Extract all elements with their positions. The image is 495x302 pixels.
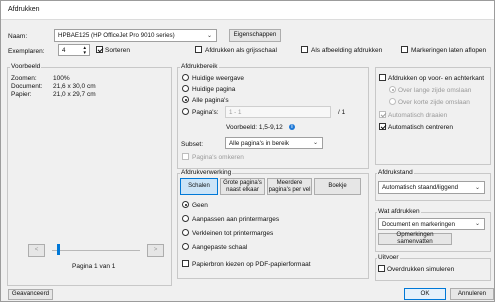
as-image-checkbox[interactable] <box>301 46 308 53</box>
fit-margins-radio[interactable] <box>182 215 189 222</box>
collate-checkbox[interactable] <box>96 46 103 53</box>
summarize-comments-button[interactable]: Opmerkingen samenvatten <box>378 231 452 245</box>
simulate-overprint-label: Overdrukken simuleren <box>387 266 455 273</box>
properties-button[interactable]: Eigenschappen <box>229 29 281 42</box>
grayscale-checkbox[interactable] <box>195 46 202 53</box>
orientation-value: Automatisch staand/liggend <box>382 184 459 191</box>
custom-scale-label: Aangepaste schaal <box>192 244 248 251</box>
pages-example: Voorbeeld: 1,5-9,12 <box>226 124 283 131</box>
auto-center-checkbox[interactable] <box>379 123 386 130</box>
simulate-overprint-checkbox[interactable] <box>378 265 385 272</box>
fit-margins-label: Aanpassen aan printermarges <box>192 216 280 223</box>
subset-value: Alle pagina's in bereik <box>229 139 289 147</box>
pages-total: / 1 <box>338 109 346 116</box>
tab-multiple[interactable]: Meerdere pagina's per vel <box>267 178 312 195</box>
all-pages-radio[interactable] <box>182 96 189 103</box>
markup-checkbox[interactable] <box>401 46 408 53</box>
document-label: Document: <box>11 83 43 90</box>
printer-name-value: HPBAE125 (HP OfficeJet Pro 9010 series) <box>58 32 175 39</box>
auto-rotate-checkbox[interactable] <box>379 111 386 118</box>
print-dialog: Afdrukken Naam: HPBAE125 (HP OfficeJet P… <box>0 0 495 302</box>
grayscale-label: Afdrukken als grijsschaal <box>205 47 277 54</box>
current-page-label: Huidige pagina <box>192 86 236 93</box>
long-edge-radio[interactable] <box>389 86 396 93</box>
subset-select[interactable]: Alle pagina's in bereik ⌄ <box>225 137 323 149</box>
preview-group-title: Voorbeeld <box>10 63 42 70</box>
page-indicator: Pagina 1 van 1 <box>72 263 116 270</box>
short-edge-radio[interactable] <box>389 98 396 105</box>
tab-scale[interactable]: Schalen <box>180 178 218 195</box>
paper-source-checkbox[interactable] <box>182 260 189 267</box>
scale-none-radio[interactable] <box>182 201 189 208</box>
collate-label: Sorteren <box>105 47 130 54</box>
current-page-radio[interactable] <box>182 85 189 92</box>
reverse-pages-checkbox[interactable] <box>182 153 189 160</box>
pages-label: Pagina's: <box>192 109 219 116</box>
all-pages-label: Alle pagina's <box>192 97 229 104</box>
shrink-margins-label: Verkleinen tot printermarges <box>192 230 274 237</box>
advanced-button[interactable]: Geavanceerd <box>8 289 53 300</box>
subset-label: Subset: <box>181 141 204 148</box>
paper-label: Papier: <box>11 91 32 98</box>
tab-booklet[interactable]: Boekje <box>314 178 361 195</box>
chevron-down-icon: ⌄ <box>474 221 480 228</box>
current-view-label: Huidige weergave <box>192 75 245 82</box>
reverse-pages-label: Pagina's omkeren <box>192 154 244 161</box>
chevron-down-icon: ⌄ <box>312 140 318 147</box>
copies-label: Exemplaren: <box>8 48 45 55</box>
page-handling-group-title: Afdrukverwerking <box>180 169 233 176</box>
pages-radio[interactable] <box>182 108 189 115</box>
zoom-label: Zoomen: <box>11 75 37 82</box>
page-slider-thumb[interactable] <box>57 244 60 255</box>
what-to-print-group-title: Wat afdrukken <box>377 208 421 215</box>
spin-updown-icon[interactable]: ▲ ▼ <box>83 45 87 55</box>
markup-label: Markeringen laten aflopen <box>411 47 487 54</box>
paper-source-label: Papierbron kiezen op PDF-papierformaat <box>192 261 311 268</box>
short-edge-label: Over korte zijde omslaan <box>398 99 470 106</box>
chevron-down-icon: ⌄ <box>206 32 212 39</box>
zoom-value: 100% <box>53 75 70 82</box>
print-range-group-title: Afdrukbereik <box>180 63 219 70</box>
shrink-margins-radio[interactable] <box>182 229 189 236</box>
window-title: Afdrukken <box>8 6 40 13</box>
as-image-label: Als afbeelding afdrukken <box>311 47 383 54</box>
what-to-print-select[interactable]: Document en markeringen ⌄ <box>378 218 485 230</box>
scale-none-label: Geen <box>192 202 208 209</box>
orientation-select[interactable]: Automatisch staand/liggend ⌄ <box>378 181 485 194</box>
paper-value: 21,0 x 29,7 cm <box>53 91 96 98</box>
output-group-title: Uitvoer <box>377 254 400 261</box>
copies-input[interactable]: 4 ▲ ▼ <box>58 44 90 56</box>
printer-select[interactable]: HPBAE125 (HP OfficeJet Pro 9010 series) … <box>54 29 217 42</box>
what-to-print-value: Document en markeringen <box>382 220 455 228</box>
custom-scale-radio[interactable] <box>182 243 189 250</box>
print-both-sides-label: Afdrukken op voor- en achterkant <box>388 75 485 82</box>
long-edge-label: Over lange zijde omslaan <box>398 87 472 94</box>
title-bar: Afdrukken <box>1 1 494 20</box>
document-value: 21,6 x 30,0 cm <box>53 83 96 90</box>
print-both-sides-checkbox[interactable] <box>379 74 386 81</box>
previous-page-button[interactable]: < <box>28 244 45 257</box>
page-slider-track[interactable] <box>52 250 140 251</box>
orientation-group-title: Afdrukstand <box>377 169 414 176</box>
pages-range-value: 1 - 1 <box>229 108 242 116</box>
auto-rotate-label: Automatisch draaien <box>388 112 448 119</box>
tab-poster[interactable]: Grote pagina's naast elkaar <box>220 178 265 195</box>
pages-range-input[interactable]: 1 - 1 <box>225 106 331 118</box>
next-page-button[interactable]: > <box>147 244 164 257</box>
help-icon[interactable]: i <box>289 124 295 130</box>
current-view-radio[interactable] <box>182 74 189 81</box>
auto-center-label: Automatisch centreren <box>388 124 454 131</box>
cancel-button[interactable]: Annuleren <box>450 288 494 300</box>
printer-name-label: Naam: <box>8 33 28 40</box>
ok-button[interactable]: OK <box>404 288 446 300</box>
chevron-down-icon: ⌄ <box>474 184 480 191</box>
copies-value: 4 <box>62 46 66 54</box>
